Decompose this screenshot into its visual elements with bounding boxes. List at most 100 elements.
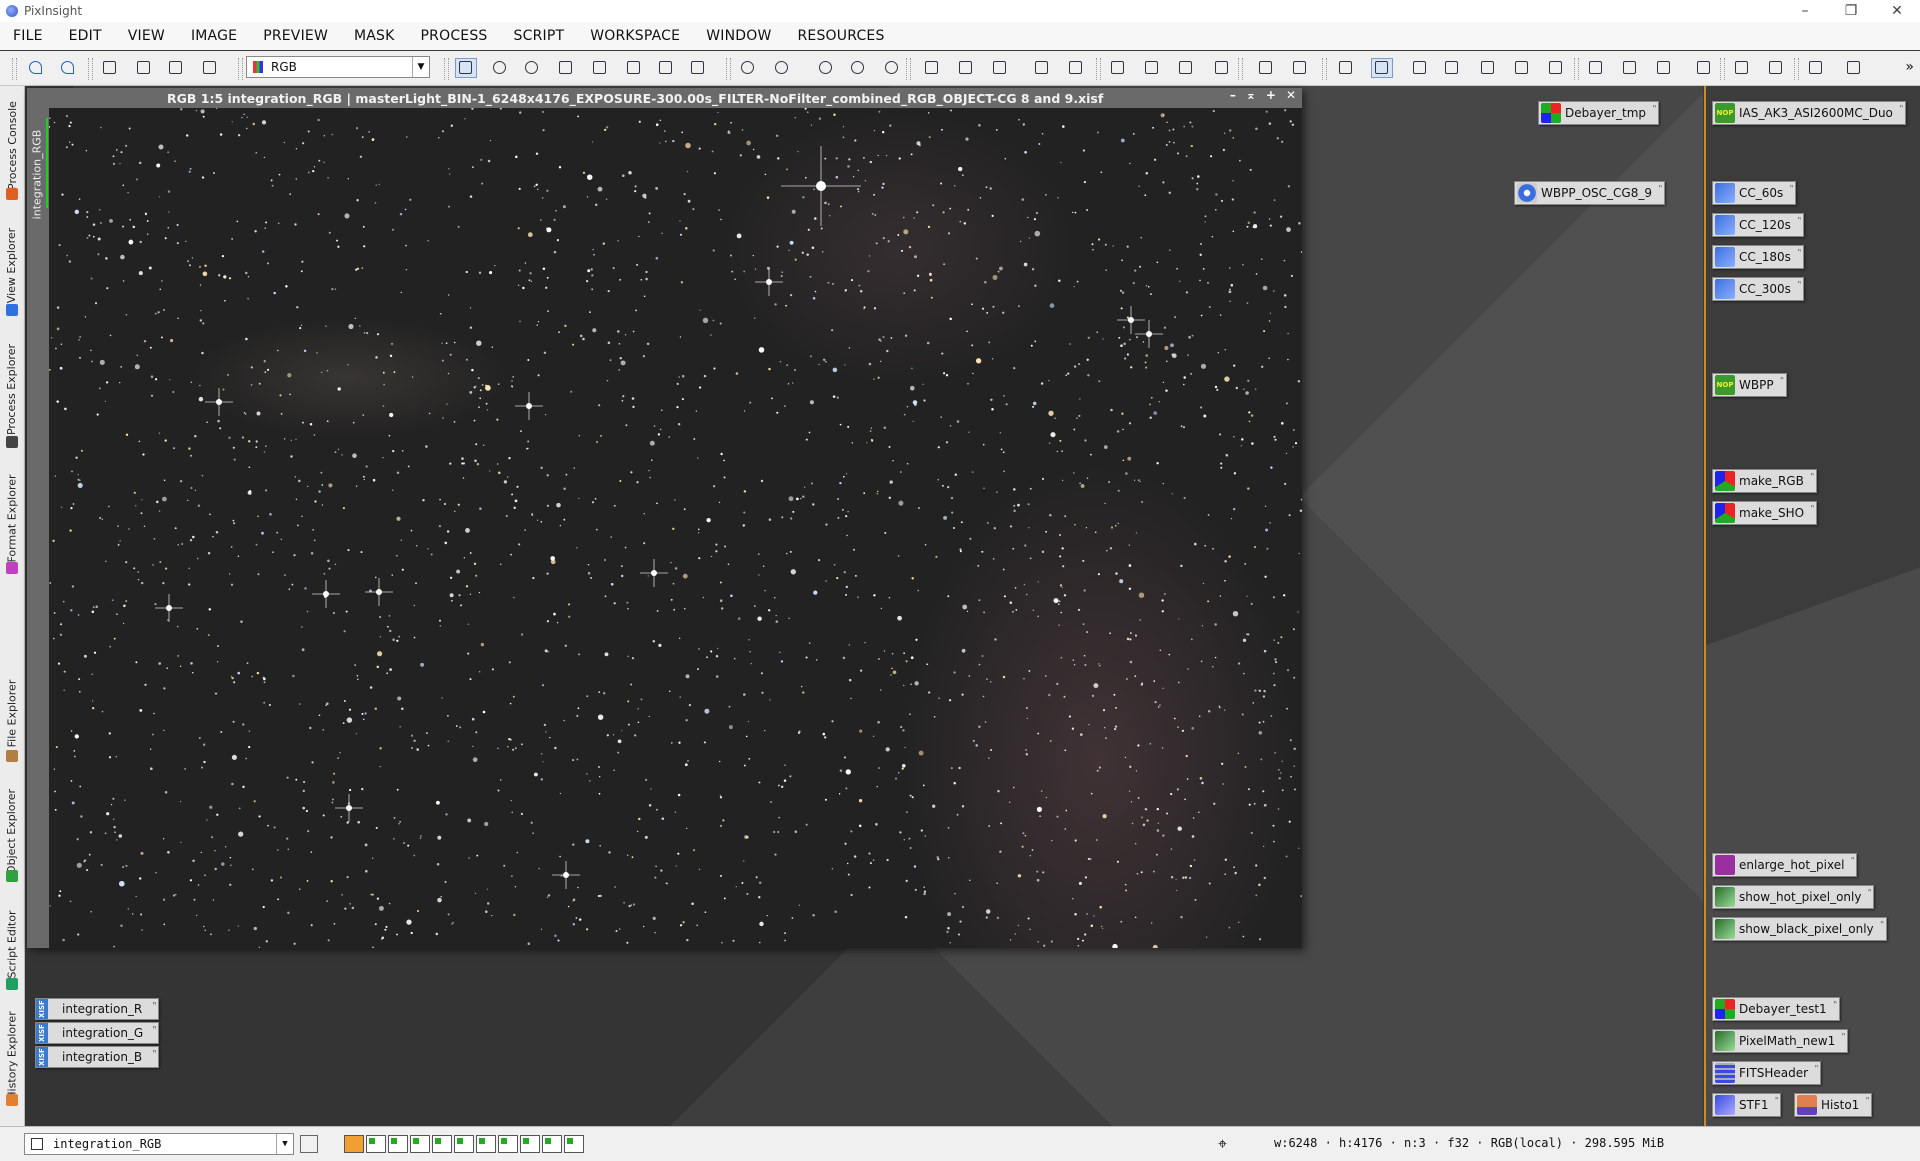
preview-slot-button[interactable] [410,1135,430,1153]
process-icon-make-rgb[interactable]: make_RGB ⁿ [1712,469,1817,493]
workspace-3-button[interactable] [1654,59,1674,77]
sidebar-tab-format-explorer[interactable]: Format Explorer [0,458,24,578]
process-icon-cc-180s[interactable]: CC_180s ⁿ [1712,245,1804,269]
redo-button[interactable] [58,59,78,77]
preview-store-button[interactable] [1512,59,1532,77]
zoom-fill-button[interactable] [522,59,542,77]
sidebar-tab-process-console[interactable]: Process Console [0,86,24,204]
chevron-down-icon[interactable]: ▼ [412,57,429,77]
process-icon-fitsheader[interactable]: FITSHeader ⁿ [1712,1061,1822,1085]
menu-resources[interactable]: RESOURCES [785,28,898,44]
menu-preview[interactable]: PREVIEW [250,28,341,44]
process-icon-show-black-pixel-only[interactable]: show_black_pixel_only ⁿ [1712,917,1887,941]
undo-button[interactable] [26,59,46,77]
preview-slot-button[interactable] [454,1135,474,1153]
process-icon-wbpp-osc-cg8-9[interactable]: WBPP_OSC_CG8_9 ⁿ [1514,181,1665,205]
optimal-fit-button[interactable] [956,59,976,77]
image-icon-integration-r[interactable]: XISF integration_R ⁿ [35,998,159,1020]
process-icon-histo1[interactable]: Histo1 ⁿ [1794,1093,1873,1117]
process-icon-pixelmath-new1[interactable]: PixelMath_new1 ⁿ [1712,1029,1849,1053]
image-shade-button[interactable]: ⌅ [1246,88,1256,108]
image-window[interactable]: RGB 1:5 integration_RGB | masterLight_BI… [27,88,1302,948]
menu-file[interactable]: FILE [0,28,56,44]
image-icon-integration-g[interactable]: XISF integration_G ⁿ [35,1022,159,1044]
histogram-button[interactable] [1371,58,1393,78]
preview-slot-button[interactable] [366,1135,386,1153]
menu-edit[interactable]: EDIT [56,28,115,44]
process-icon-cc-120s[interactable]: CC_120s ⁿ [1712,213,1804,237]
menu-script[interactable]: SCRIPT [501,28,578,44]
explorer-button[interactable] [1766,59,1786,77]
mask-show-button[interactable] [1176,59,1196,77]
stf-toggle-button[interactable] [1256,59,1276,77]
fullscreen-button[interactable] [1806,59,1826,77]
workspace-4-button[interactable] [1694,59,1714,77]
process-icon-debayer-tmp[interactable]: Debayer_tmp ⁿ [1538,101,1660,125]
image-window-side-tab[interactable]: integration_RGB [27,108,49,948]
image-maximize-button[interactable]: + [1266,88,1276,108]
color-manage-button[interactable] [166,59,186,77]
preview-slot-button[interactable] [520,1135,540,1153]
sidebar-tab-file-explorer[interactable]: File Explorer [0,660,24,766]
restore-button[interactable]: ❐ [1828,0,1874,22]
chevron-down-icon[interactable]: ▼ [276,1134,293,1154]
preview-slot-button[interactable] [542,1135,562,1153]
move-button[interactable] [556,59,576,77]
resize-image-button[interactable] [1066,59,1086,77]
mask-new-button[interactable] [1108,59,1128,77]
menu-workspace[interactable]: WORKSPACE [577,28,693,44]
zoom-out-alt-button[interactable] [882,59,902,77]
readout-button[interactable] [590,59,610,77]
preview-slot-button[interactable] [388,1135,408,1153]
console-button[interactable] [1732,59,1752,77]
sidebar-tab-object-explorer[interactable]: Object Explorer [0,776,24,886]
preview-edit-button[interactable] [624,59,644,77]
active-view-select[interactable]: integration_RGB ▼ [24,1133,294,1155]
process-icon-ias-ak3-asi2600mc-duo[interactable]: NOP IAS_AK3_ASI2600MC_Duo ⁿ [1712,101,1906,125]
rgb-channels-button[interactable] [200,59,220,77]
process-icon-wbpp[interactable]: NOP WBPP ⁿ [1712,373,1787,397]
zoom-fit-button[interactable] [490,59,510,77]
process-icon-show-hot-pixel-only[interactable]: show_hot_pixel_only ⁿ [1712,885,1875,909]
preview-new-button[interactable] [1442,59,1462,77]
zoom-out-button[interactable] [772,59,792,77]
tile-button[interactable] [1844,59,1864,77]
menu-window[interactable]: WINDOW [693,28,784,44]
statistics-button[interactable] [1410,59,1430,77]
minimize-button[interactable]: – [1782,0,1828,22]
preview-slot-button[interactable] [432,1135,452,1153]
zoom-1-1-button[interactable] [816,59,836,77]
sidebar-tab-view-explorer[interactable]: View Explorer [0,210,24,320]
process-icon-debayer-test1[interactable]: Debayer_test1 ⁿ [1712,997,1840,1021]
menu-image[interactable]: IMAGE [178,28,250,44]
zoom-in-alt-button[interactable] [848,59,868,77]
crosshair-icon[interactable]: ⌖ [1218,1134,1227,1154]
process-icon-enlarge-hot-pixel[interactable]: enlarge_hot_pixel ⁿ [1712,853,1858,877]
process-icon-make-sho[interactable]: make_SHO ⁿ [1712,501,1818,525]
close-button[interactable]: ✕ [1874,0,1920,22]
image-canvas[interactable] [49,108,1302,948]
preview-slot-button[interactable] [498,1135,518,1153]
preview-slot-button[interactable] [476,1135,496,1153]
mask-invert-button[interactable] [1212,59,1232,77]
image-close-button[interactable]: ✕ [1286,88,1296,108]
preview-restore-button[interactable] [1546,59,1566,77]
sidebar-tab-process-explorer[interactable]: Process Explorer [0,326,24,452]
view-identifier-button[interactable] [100,59,120,77]
sidebar-tab-script-editor[interactable]: Script Editor [0,894,24,994]
preview-delete-button[interactable] [1478,59,1498,77]
color-space-select[interactable]: RGB ▼ [246,56,430,78]
workspace-1-button[interactable] [1586,59,1606,77]
workspace-2-button[interactable] [1620,59,1640,77]
new-image-button[interactable] [134,59,154,77]
image-icon-integration-b[interactable]: XISF integration_B ⁿ [35,1046,159,1068]
menu-mask[interactable]: MASK [341,28,408,44]
stf-reset-button[interactable] [1336,59,1356,77]
menu-view[interactable]: VIEW [115,28,178,44]
sidebar-tab-history-explorer[interactable]: History Explorer [0,1000,24,1110]
pan-mode-button[interactable] [455,58,477,78]
fit-view-button[interactable] [922,59,942,77]
preview-slot-button[interactable] [564,1135,584,1153]
stf-auto-button[interactable] [1290,59,1310,77]
resize-window-button[interactable] [1032,59,1052,77]
